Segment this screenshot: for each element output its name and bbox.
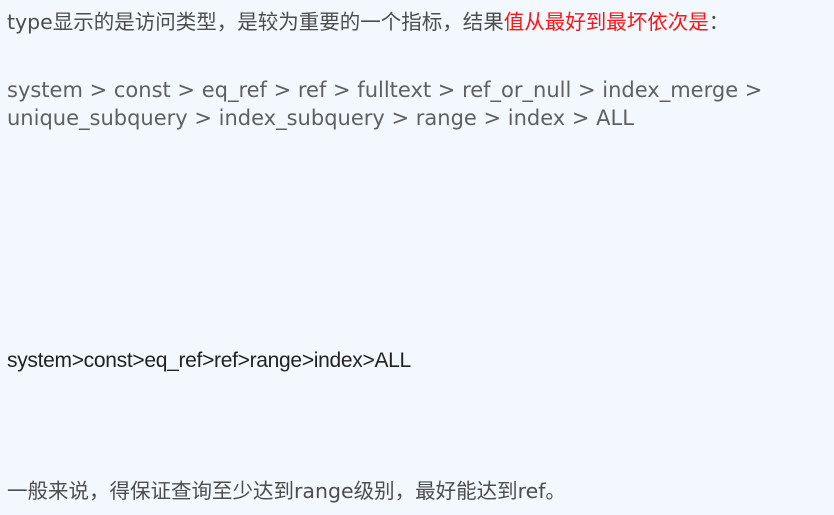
intro-text: type显示的是访问类型，是较为重要的一个指标，结果 (7, 10, 504, 34)
intro-emphasis: 值从最好到最坏依次是 (503, 10, 709, 34)
common-order-line: system>const>eq_ref>ref>range>index>ALL (7, 349, 411, 372)
full-order-line-2: unique_subquery > index_subquery > range… (7, 106, 634, 130)
full-order-line-1: system > const > eq_ref > ref > fulltext… (7, 78, 763, 102)
intro-colon: ： (708, 10, 730, 34)
conclusion-paragraph: 一般来说，得保证查询至少达到range级别，最好能达到ref。 (7, 479, 566, 503)
intro-paragraph: type显示的是访问类型，是较为重要的一个指标，结果值从最好到最坏依次是： (7, 8, 729, 36)
